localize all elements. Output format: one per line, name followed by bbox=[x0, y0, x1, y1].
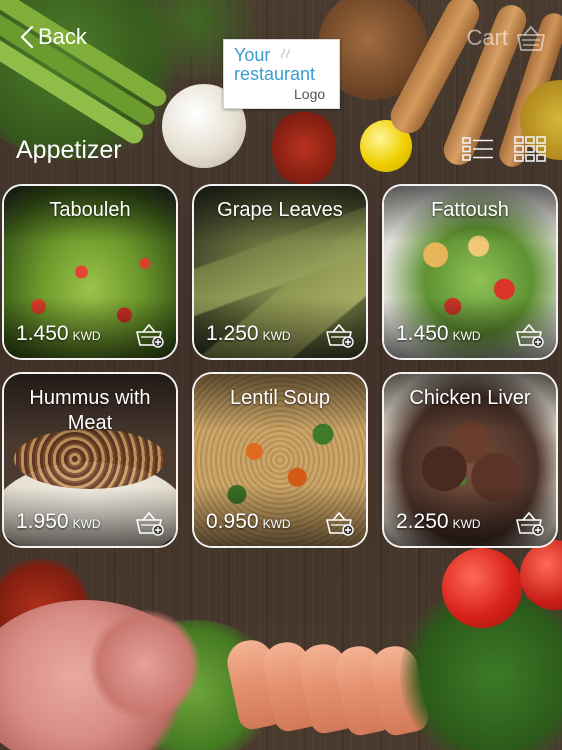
list-view-icon[interactable] bbox=[462, 137, 494, 161]
cart-label: Cart bbox=[466, 25, 508, 50]
product-price: 1.250 KWD bbox=[206, 322, 291, 346]
product-card-chicken-liver[interactable]: Chicken Liver 2.250 KWD bbox=[382, 372, 558, 548]
product-card-grape-leaves[interactable]: Grape Leaves 1.250 KWD bbox=[192, 184, 368, 360]
price-currency: KWD bbox=[452, 329, 481, 343]
restaurant-logo: Your restaurant Logo bbox=[223, 39, 340, 109]
back-label: Back bbox=[38, 24, 87, 49]
product-name: Tabouleh bbox=[49, 199, 131, 221]
steam-icon bbox=[280, 48, 291, 59]
product-price: 1.450 KWD bbox=[396, 322, 481, 346]
basket-plus-icon[interactable] bbox=[326, 322, 354, 348]
chevron-left-icon bbox=[20, 25, 34, 49]
price-currency: KWD bbox=[72, 517, 101, 531]
price-amount: 1.450 bbox=[396, 322, 449, 345]
basket-plus-icon[interactable] bbox=[516, 510, 544, 536]
logo-text-line1: Your bbox=[234, 45, 271, 65]
back-button[interactable]: Back bbox=[20, 24, 87, 50]
cart-button[interactable]: Cart bbox=[466, 24, 546, 52]
logo-text-line2: restaurant bbox=[234, 64, 316, 84]
product-price: 2.250 KWD bbox=[396, 510, 481, 534]
basket-plus-icon[interactable] bbox=[326, 510, 354, 536]
product-price: 1.950 KWD bbox=[16, 510, 101, 534]
product-name: Hummus with Meat bbox=[29, 387, 151, 434]
crayfish-image bbox=[272, 108, 336, 188]
tomato-image bbox=[442, 548, 522, 628]
product-name: Grape Leaves bbox=[217, 199, 343, 221]
product-name: Lentil Soup bbox=[229, 387, 331, 409]
product-name: Fattoush bbox=[431, 199, 509, 221]
price-amount: 1.450 bbox=[16, 322, 69, 345]
price-amount: 1.250 bbox=[206, 322, 259, 345]
basket-plus-icon[interactable] bbox=[136, 322, 164, 348]
product-price: 0.950 KWD bbox=[206, 510, 291, 534]
logo-text-line3: Logo bbox=[294, 86, 326, 102]
grid-view-icon[interactable] bbox=[514, 136, 546, 162]
product-card-hummus-with-meat[interactable]: Hummus with Meat 1.950 KWD bbox=[2, 372, 178, 548]
price-currency: KWD bbox=[262, 329, 291, 343]
price-amount: 0.950 bbox=[206, 510, 259, 533]
product-price: 1.450 KWD bbox=[16, 322, 101, 346]
product-name: Chicken Liver bbox=[409, 387, 531, 409]
basket-icon bbox=[517, 25, 545, 51]
product-card-tabouleh[interactable]: Tabouleh 1.450 KWD bbox=[2, 184, 178, 360]
price-amount: 1.950 bbox=[16, 510, 69, 533]
basket-plus-icon[interactable] bbox=[136, 510, 164, 536]
product-card-fattoush[interactable]: Fattoush 1.450 KWD bbox=[382, 184, 558, 360]
category-title: Appetizer bbox=[16, 136, 122, 164]
price-amount: 2.250 bbox=[396, 510, 449, 533]
price-currency: KWD bbox=[452, 517, 481, 531]
price-currency: KWD bbox=[262, 517, 291, 531]
raw-meat-image bbox=[90, 610, 200, 720]
basket-plus-icon[interactable] bbox=[516, 322, 544, 348]
product-card-lentil-soup[interactable]: Lentil Soup 0.950 KWD bbox=[192, 372, 368, 548]
price-currency: KWD bbox=[72, 329, 101, 343]
